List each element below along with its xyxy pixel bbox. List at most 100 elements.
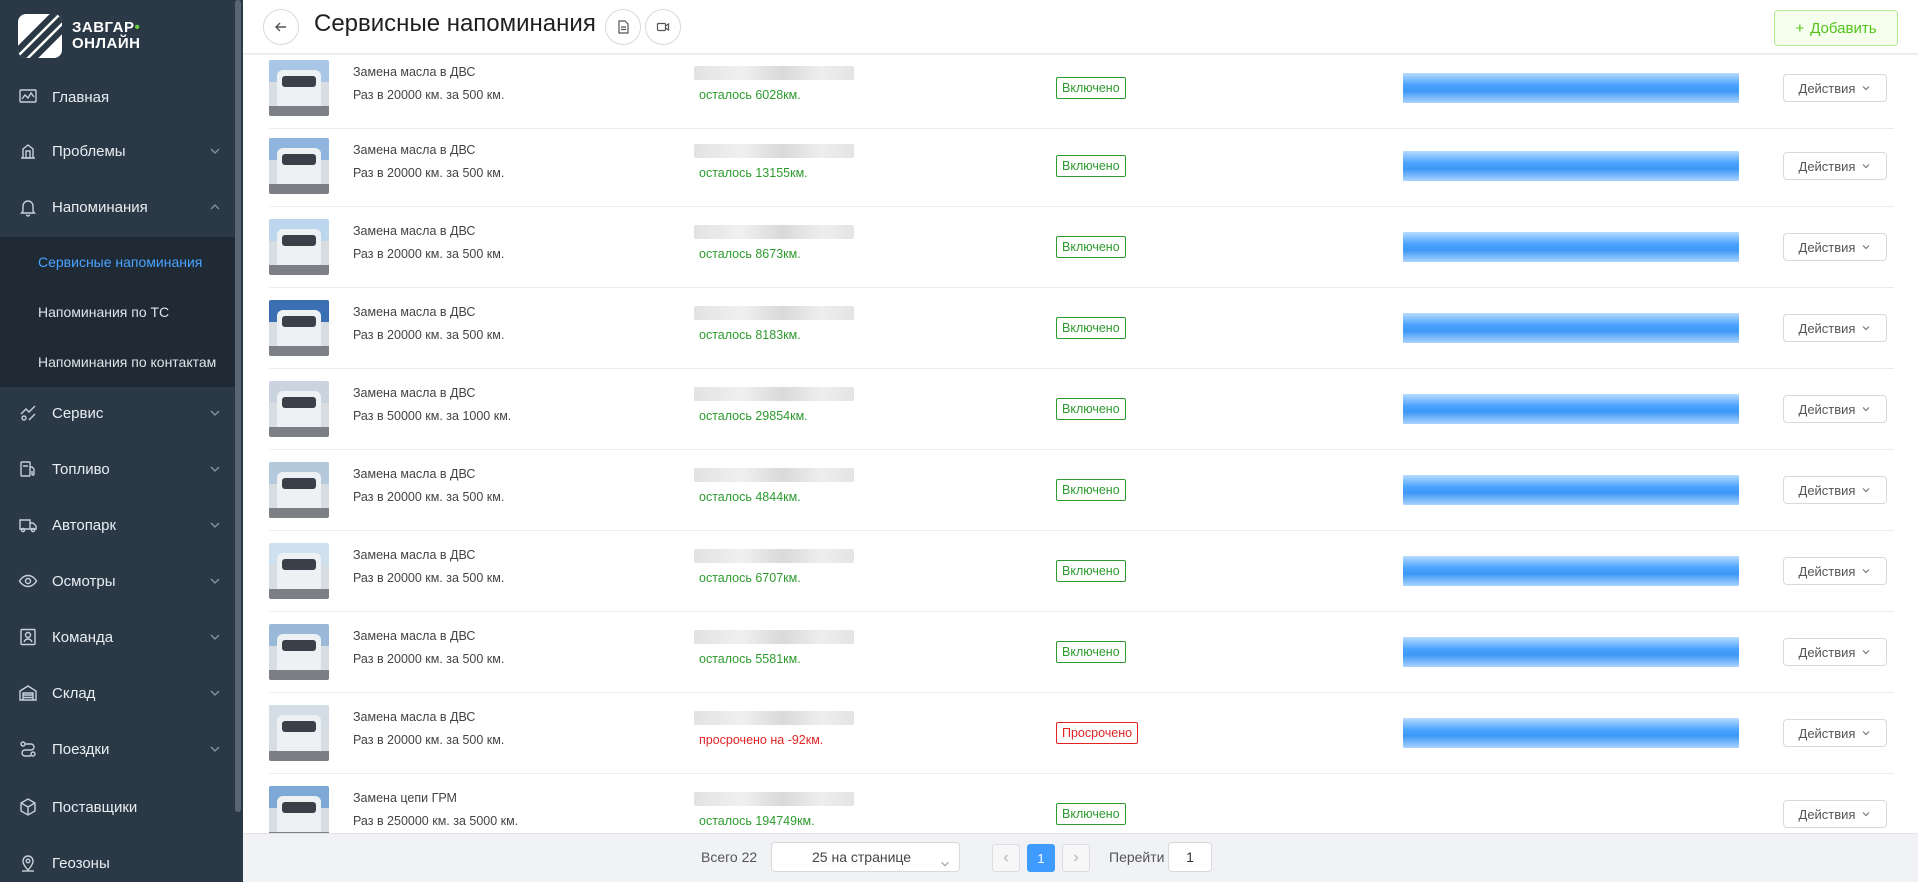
sidebar-scrollbar[interactable] [235,0,241,812]
actions-dropdown[interactable]: Действия [1783,800,1887,828]
submenu-item-service-reminders[interactable]: Сервисные напоминания [38,254,202,270]
chevron-down-icon [1863,812,1870,817]
task-name: Замена масла в ДВС [353,305,476,319]
chevron-down-icon [208,144,222,158]
table-row[interactable]: Замена масла в ДВС Раз в 50000 км. за 100… [269,369,1894,450]
vehicle-photo [269,462,329,518]
video-button[interactable] [645,9,681,45]
task-name: Замена масла в ДВС [353,224,476,238]
remaining-distance: просрочено на -92км. [699,733,824,747]
status-badge: Включено [1056,398,1126,420]
table-row[interactable]: Замена масла в ДВС Раз в 20000 км. за 500… [269,450,1894,531]
goto-label: Перейти [1109,849,1165,865]
table-row[interactable]: Замена цепи ГРМ Раз в 250000 км. за 5000 … [269,774,1894,833]
progress-bar-redacted [1403,232,1739,262]
remaining-distance: осталось 8673км. [699,247,801,261]
remaining-distance: осталось 6028км. [699,88,801,102]
back-button[interactable] [263,9,299,45]
task-interval: Раз в 20000 км. за 500 км. [353,571,505,585]
submenu-item-contact-reminders[interactable]: Напоминания по контактам [38,354,216,370]
sidebar-item-service[interactable]: Сервис [0,391,236,435]
logo[interactable]: ЗАВГАР• ОНЛАЙН [18,8,218,64]
sidebar-item-reminders[interactable]: Напоминания [0,185,236,229]
task-name: Замена масла в ДВС [353,629,476,643]
actions-label: Действия [1798,725,1856,741]
chevron-down-icon [208,686,222,700]
submenu-item-vehicle-reminders[interactable]: Напоминания по ТС [38,304,169,320]
table-row[interactable]: Замена масла в ДВС Раз в 20000 км. за 500… [269,126,1894,207]
chevron-down-icon [1863,86,1870,91]
actions-dropdown[interactable]: Действия [1783,395,1887,423]
status-badge: Включено [1056,77,1126,99]
table-row[interactable]: Замена масла в ДВС Раз в 20000 км. за 500… [269,55,1894,129]
sidebar-item-problems[interactable]: Проблемы [0,129,236,173]
add-button[interactable]: + Добавить [1774,10,1898,46]
pagination: Всего 22 25 на странице 1 Перейти 1 [243,833,1918,882]
sidebar-item-inspections[interactable]: Осмотры [0,559,236,603]
chevron-down-icon [208,630,222,644]
document-button[interactable] [605,9,641,45]
remaining-distance: осталось 4844км. [699,490,801,504]
reminders-table: Замена масла в ДВС Раз в 20000 км. за 500… [243,55,1918,833]
sidebar-item-fuel[interactable]: Топливо [0,447,236,491]
task-name: Замена масла в ДВС [353,548,476,562]
sidebar-item-label: Автопарк [52,516,117,534]
actions-dropdown[interactable]: Действия [1783,74,1887,102]
sidebar-item-trips[interactable]: Поездки [0,727,236,771]
next-page-button[interactable] [1062,844,1090,872]
sidebar-item-label: Поездки [52,740,110,758]
vehicle-name-redacted [694,66,854,80]
pagination-total: Всего 22 [701,849,758,865]
status-badge: Включено [1056,236,1126,258]
task-interval: Раз в 250000 км. за 5000 км. [353,814,519,828]
map-pin-icon [17,852,39,874]
table-row[interactable]: Замена масла в ДВС Раз в 20000 км. за 500… [269,612,1894,693]
chevron-down-icon [208,518,222,532]
actions-dropdown[interactable]: Действия [1783,314,1887,342]
vehicle-name-redacted [694,387,854,401]
add-button-label: Добавить [1810,19,1877,37]
sidebar-item-label: Поставщики [52,798,138,816]
actions-dropdown[interactable]: Действия [1783,152,1887,180]
table-row[interactable]: Замена масла в ДВС Раз в 20000 км. за 500… [269,288,1894,369]
page-header: Сервисные напоминания + Добавить [243,0,1918,54]
remaining-distance: осталось 6707км. [699,571,801,585]
plus-icon: + [1795,19,1805,37]
remaining-distance: осталось 194749км. [699,814,815,828]
vehicle-name-redacted [694,468,854,482]
wrench-icon [17,140,39,162]
actions-dropdown[interactable]: Действия [1783,476,1887,504]
task-interval: Раз в 50000 км. за 1000 км. [353,409,512,423]
table-row[interactable]: Замена масла в ДВС Раз в 20000 км. за 500… [269,207,1894,288]
sidebar-item-geozones[interactable]: Геозоны [0,841,236,882]
actions-dropdown[interactable]: Действия [1783,638,1887,666]
sidebar-item-label: Напоминания [52,198,148,216]
chevron-down-icon [1863,569,1870,574]
chevron-right-icon [1074,854,1079,862]
table-row[interactable]: Замена масла в ДВС Раз в 20000 км. за 500… [269,531,1894,612]
actions-dropdown[interactable]: Действия [1783,557,1887,585]
vehicle-name-redacted [694,549,854,563]
table-row[interactable]: Замена масла в ДВС Раз в 20000 км. за 500… [269,693,1894,774]
sidebar-item-team[interactable]: Команда [0,615,236,659]
vehicle-photo [269,300,329,356]
chevron-down-icon [208,462,222,476]
progress-bar-redacted [1403,475,1739,505]
vehicle-name-redacted [694,144,854,158]
actions-dropdown[interactable]: Действия [1783,233,1887,261]
goto-page-input[interactable]: 1 [1168,842,1212,872]
progress-bar-redacted [1403,151,1739,181]
chevron-down-icon [1863,731,1870,736]
sidebar-item-warehouse[interactable]: Склад [0,671,236,715]
prev-page-button[interactable] [992,844,1020,872]
actions-dropdown[interactable]: Действия [1783,719,1887,747]
sidebar-item-fleet[interactable]: Автопарк [0,503,236,547]
sidebar-item-home[interactable]: Главная [0,75,236,119]
vehicle-name-redacted [694,792,854,806]
sidebar-item-suppliers[interactable]: Поставщики [0,785,236,829]
vehicle-name-redacted [694,225,854,239]
page-button-current[interactable]: 1 [1027,844,1055,872]
chevron-down-icon [1863,245,1870,250]
page-size-select[interactable]: 25 на странице [771,842,960,872]
sidebar-item-label: Проблемы [52,142,126,160]
